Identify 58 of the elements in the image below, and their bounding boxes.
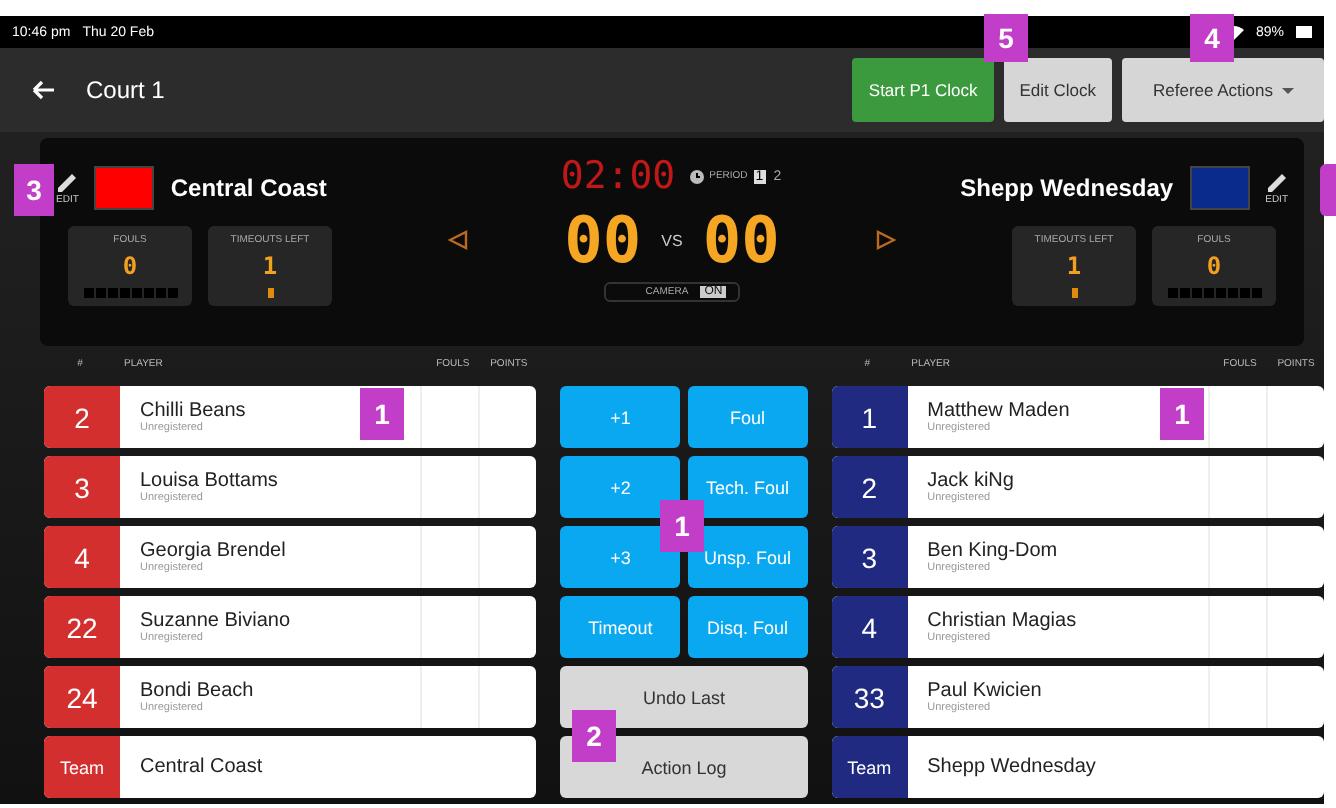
dropdown-button[interactable]: Referee Actions	[1122, 58, 1324, 122]
player-row[interactable]: Team Shepp Wednesday	[831, 736, 1325, 798]
back-arrow-icon	[32, 80, 56, 100]
back-button[interactable]	[28, 76, 60, 104]
player-name: Louisa Bottams	[140, 470, 278, 492]
team-name: Central Coast	[170, 174, 327, 202]
right-triangle-icon	[875, 230, 896, 250]
callout-marker: 5	[984, 14, 1028, 62]
caret-icon	[1281, 87, 1293, 93]
stat-value: 1	[262, 252, 278, 281]
callout-marker: 1	[1160, 388, 1204, 440]
battery-icon	[1296, 26, 1312, 38]
pencil-icon	[56, 170, 79, 192]
team-score: 00	[702, 202, 780, 278]
player-number: 24	[44, 666, 120, 728]
player-name: Jack kiNg	[927, 470, 1014, 492]
player-number: 4	[44, 526, 120, 588]
callout-marker: 4	[1190, 14, 1234, 62]
player-number: 4	[831, 596, 908, 658]
pencil-icon	[1265, 170, 1288, 192]
player-name: Bondi Beach	[140, 680, 254, 702]
callout-marker: 1	[360, 388, 404, 440]
player-name: Paul Kwicien	[927, 680, 1042, 702]
stat-value: 0	[122, 252, 138, 281]
player-number: 3	[831, 526, 908, 588]
team-score: 00	[564, 202, 642, 278]
player-number: 2	[831, 456, 908, 518]
stat-value: 1	[1066, 252, 1082, 281]
callout-marker	[1320, 164, 1336, 216]
vs-label: VS	[661, 231, 683, 249]
player-name: Georgia Brendel	[140, 540, 286, 562]
team-name: Shepp Wednesday	[960, 174, 1174, 202]
player-name: Suzanne Biviano	[140, 610, 291, 632]
player-number: 22	[44, 596, 120, 658]
player-number: Team	[831, 736, 908, 798]
player-name: Ben King-Dom	[927, 540, 1058, 562]
player-name: Chilli Beans	[140, 400, 246, 422]
header-button[interactable]: Start P1 Clock	[852, 58, 994, 122]
player-number: 3	[44, 456, 120, 518]
player-number: 33	[831, 666, 908, 728]
player-row[interactable]: Team Central Coast	[44, 736, 537, 798]
player-number: Team	[44, 736, 120, 798]
player-name: Central Coast	[140, 756, 263, 778]
header-button[interactable]: Edit Clock	[1003, 58, 1112, 122]
game-clock: 02:00	[560, 154, 676, 198]
player-name: Shepp Wednesday	[927, 756, 1096, 778]
player-number: 1	[831, 386, 908, 448]
player-name: Matthew Maden	[927, 400, 1070, 422]
left-triangle-icon	[448, 230, 469, 250]
stat-value: 0	[1206, 252, 1222, 281]
callout-marker: 3	[14, 164, 54, 216]
action-button[interactable]: Undo Last	[560, 666, 808, 728]
court-title: Court 1	[86, 76, 165, 104]
callout-marker: 1	[660, 500, 704, 552]
player-number: 2	[44, 386, 120, 448]
callout-marker: 2	[572, 710, 616, 762]
player-name: Christian Magias	[927, 610, 1077, 632]
clock-icon	[689, 169, 704, 183]
